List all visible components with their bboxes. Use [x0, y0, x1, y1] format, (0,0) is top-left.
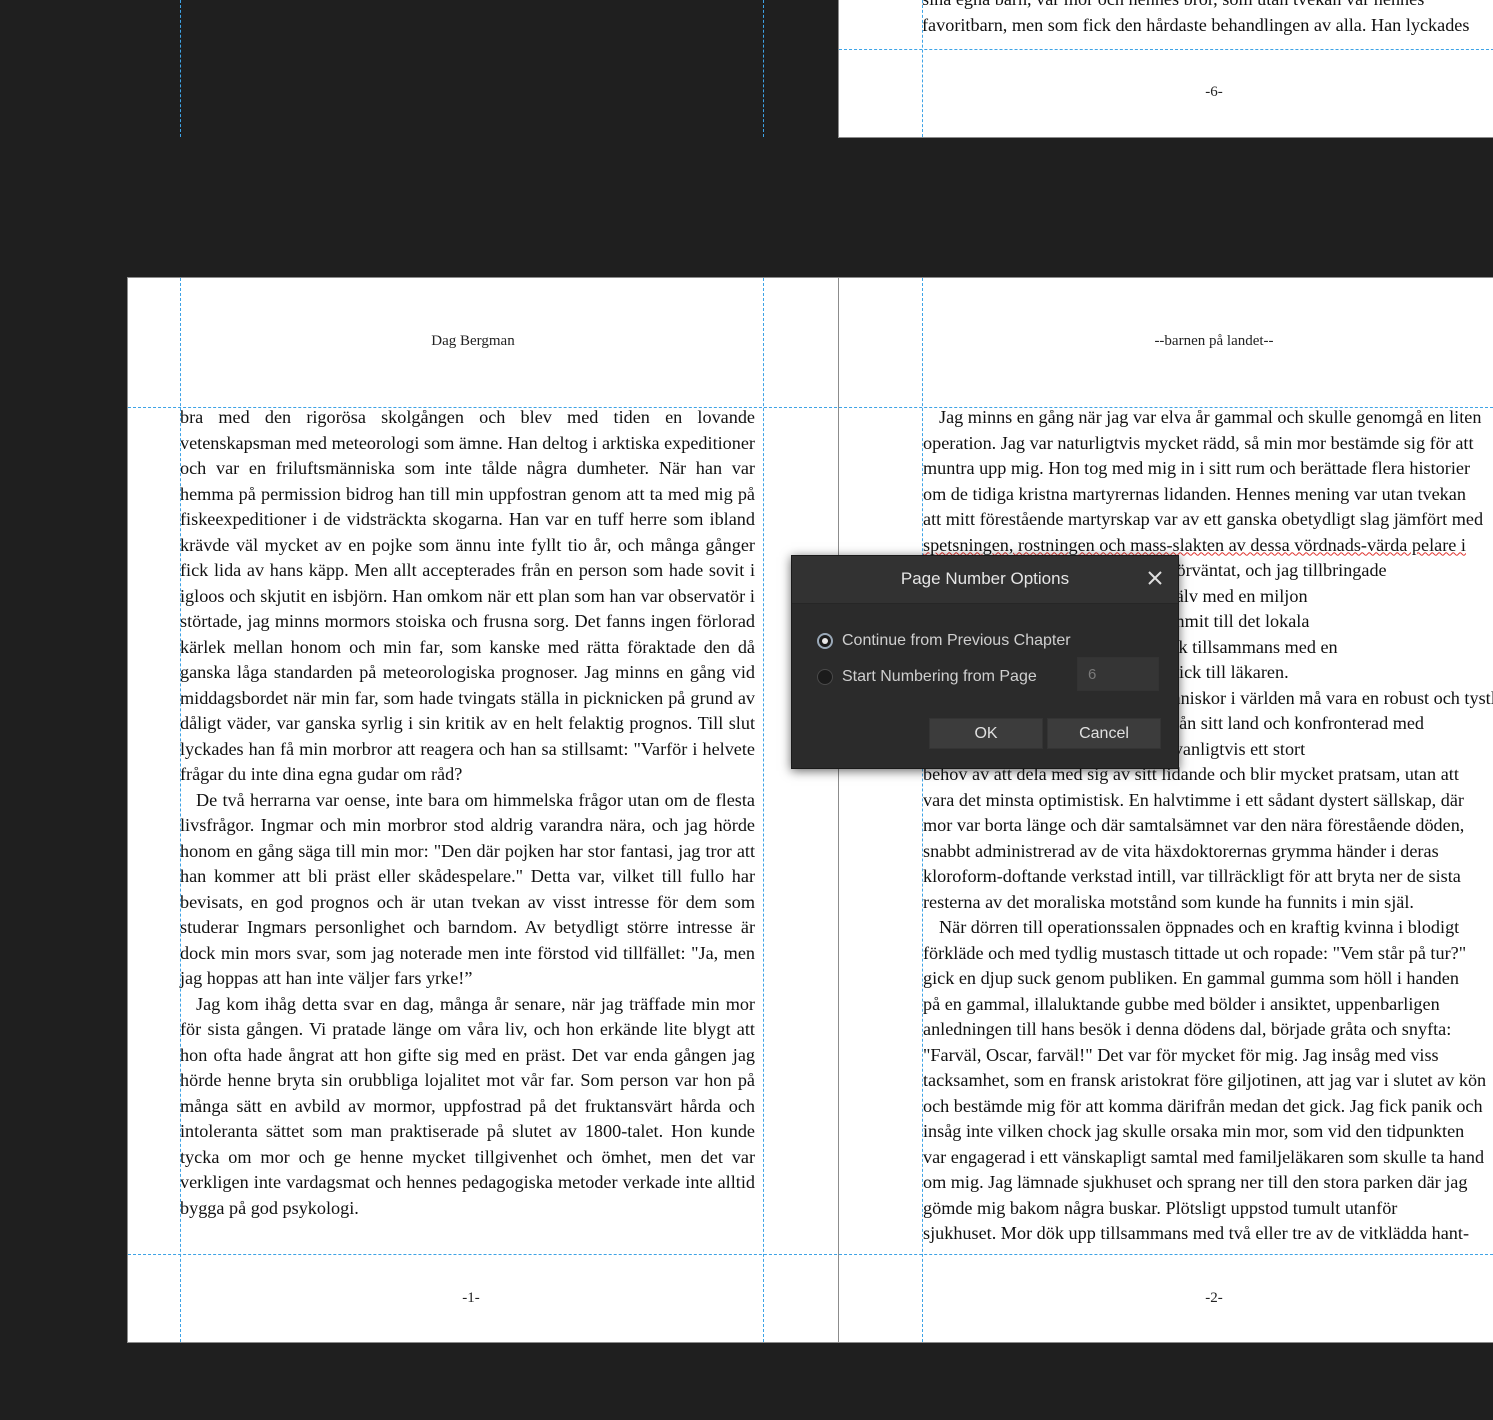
body-line: operation. Jag var naturligtvis mycket r…: [923, 432, 1474, 453]
page-header: Dag Bergman: [431, 333, 515, 349]
margin-guide: [180, 278, 181, 1342]
margin-guide: [128, 407, 1493, 408]
body-line: Jag minns en gång när jag var elva år ga…: [939, 407, 1482, 427]
paragraph: bra med den rigorösa skolgången och blev…: [180, 407, 755, 784]
document-canvas[interactable]: sina egna barn, var mor och hennes bror,…: [0, 0, 1493, 1420]
body-line: och bestämde mig för att komma därifrån …: [923, 1095, 1483, 1116]
continue-radio[interactable]: [817, 633, 833, 649]
margin-guide: [922, 0, 923, 137]
ok-button[interactable]: OK: [929, 718, 1043, 749]
continue-from-previous-option[interactable]: Continue from Previous Chapter: [817, 628, 1071, 654]
start-numbering-radio[interactable]: [817, 669, 833, 685]
margin-guide: [180, 0, 181, 137]
body-line: förkläde och med tydlig mustasch tittade…: [923, 942, 1467, 963]
page-number-footer: -2-: [1205, 1290, 1223, 1306]
page-2[interactable]: --barnen på landet-- Jag minns en gång n…: [838, 278, 1493, 1342]
margin-guide: [763, 0, 764, 137]
body-line: på en gammal, illaluktande gubbe med böl…: [923, 993, 1440, 1014]
page-number-footer: -6-: [1205, 84, 1223, 100]
page-number-options-dialog: Page Number Options Continue from Previo…: [791, 555, 1179, 769]
margin-guide: [922, 278, 923, 1342]
body-line: favoritbarn, men som fick den hårdaste b…: [922, 14, 1470, 35]
page-number-footer: -1-: [462, 1290, 480, 1306]
body-line: var engagerad i ett vänskapligt samtal m…: [923, 1146, 1485, 1167]
body-line: resterna av det moraliska motstånd som k…: [923, 891, 1414, 912]
page-6[interactable]: sina egna barn, var mor och hennes bror,…: [838, 0, 1493, 138]
body-line: om de tidiga kristna martyrernas lidande…: [923, 483, 1466, 504]
dialog-title: Page Number Options: [900, 569, 1070, 588]
body-line: att mitt förestående martyrskap var av e…: [923, 509, 1484, 529]
body-line: gömde mig bakom några buskar. Plötsligt …: [923, 1197, 1398, 1218]
margin-guide: [839, 49, 1493, 50]
body-line: mor var borta länge och där samtalsämnet…: [923, 815, 1465, 835]
start-numbering-option[interactable]: Start Numbering from Page: [817, 664, 1037, 690]
body-line: muntra upp mig. Hon tog med mig in i sit…: [923, 458, 1471, 478]
margin-guide: [128, 1254, 1493, 1255]
body-line: sjukhuset. Mor dök upp tillsammans med t…: [923, 1223, 1470, 1243]
body-line: insåg inte vilken chock jag skulle orsak…: [923, 1121, 1465, 1141]
margin-guide: [763, 278, 764, 1342]
body-line: "Farväl, Oscar, farväl!" Det var för myc…: [923, 1044, 1439, 1065]
page-1-body[interactable]: bra med den rigorösa skolgången och blev…: [180, 405, 755, 1221]
body-line: snabbt administrerad av de vita häxdokto…: [923, 840, 1439, 861]
continue-label: Continue from Previous Chapter: [842, 632, 1071, 649]
close-button[interactable]: [1144, 567, 1166, 589]
body-line: om mig. Jag lämnade sjukhuset och sprang…: [923, 1172, 1468, 1192]
dialog-titlebar[interactable]: Page Number Options: [792, 556, 1178, 604]
page-1[interactable]: Dag Bergman bra med den rigorösa skolgån…: [128, 278, 838, 1342]
body-line: sina egna barn, var mor och hennes bror,…: [922, 0, 1493, 13]
page-header: --barnen på landet--: [1154, 333, 1274, 349]
page-6-body: sina egna barn, var mor och hennes bror,…: [922, 0, 1493, 38]
paragraph: De två herrarna var oense, inte bara om …: [180, 789, 755, 989]
body-line: vara det minsta optimistisk. En halvtimm…: [923, 789, 1464, 810]
body-line: kloroform-doftande verkstad intill, var …: [923, 866, 1461, 886]
start-page-input[interactable]: [1077, 657, 1159, 691]
close-icon: [1148, 571, 1162, 585]
body-line: anledningen till hans besök i denna döde…: [923, 1019, 1452, 1039]
body-line: gick en djup suck genom publiken. En gam…: [923, 968, 1459, 988]
body-line: tacksamhet, som en fransk aristokrat för…: [923, 1070, 1487, 1090]
paragraph: Jag kom ihåg detta svar en dag, många år…: [180, 993, 755, 1218]
page-2-body[interactable]: Jag minns en gång när jag var elva år ga…: [923, 405, 1493, 1247]
body-line: När dörren till operationssalen öppnades…: [939, 917, 1460, 937]
cancel-button[interactable]: Cancel: [1047, 718, 1161, 749]
start-numbering-label: Start Numbering from Page: [842, 668, 1037, 685]
